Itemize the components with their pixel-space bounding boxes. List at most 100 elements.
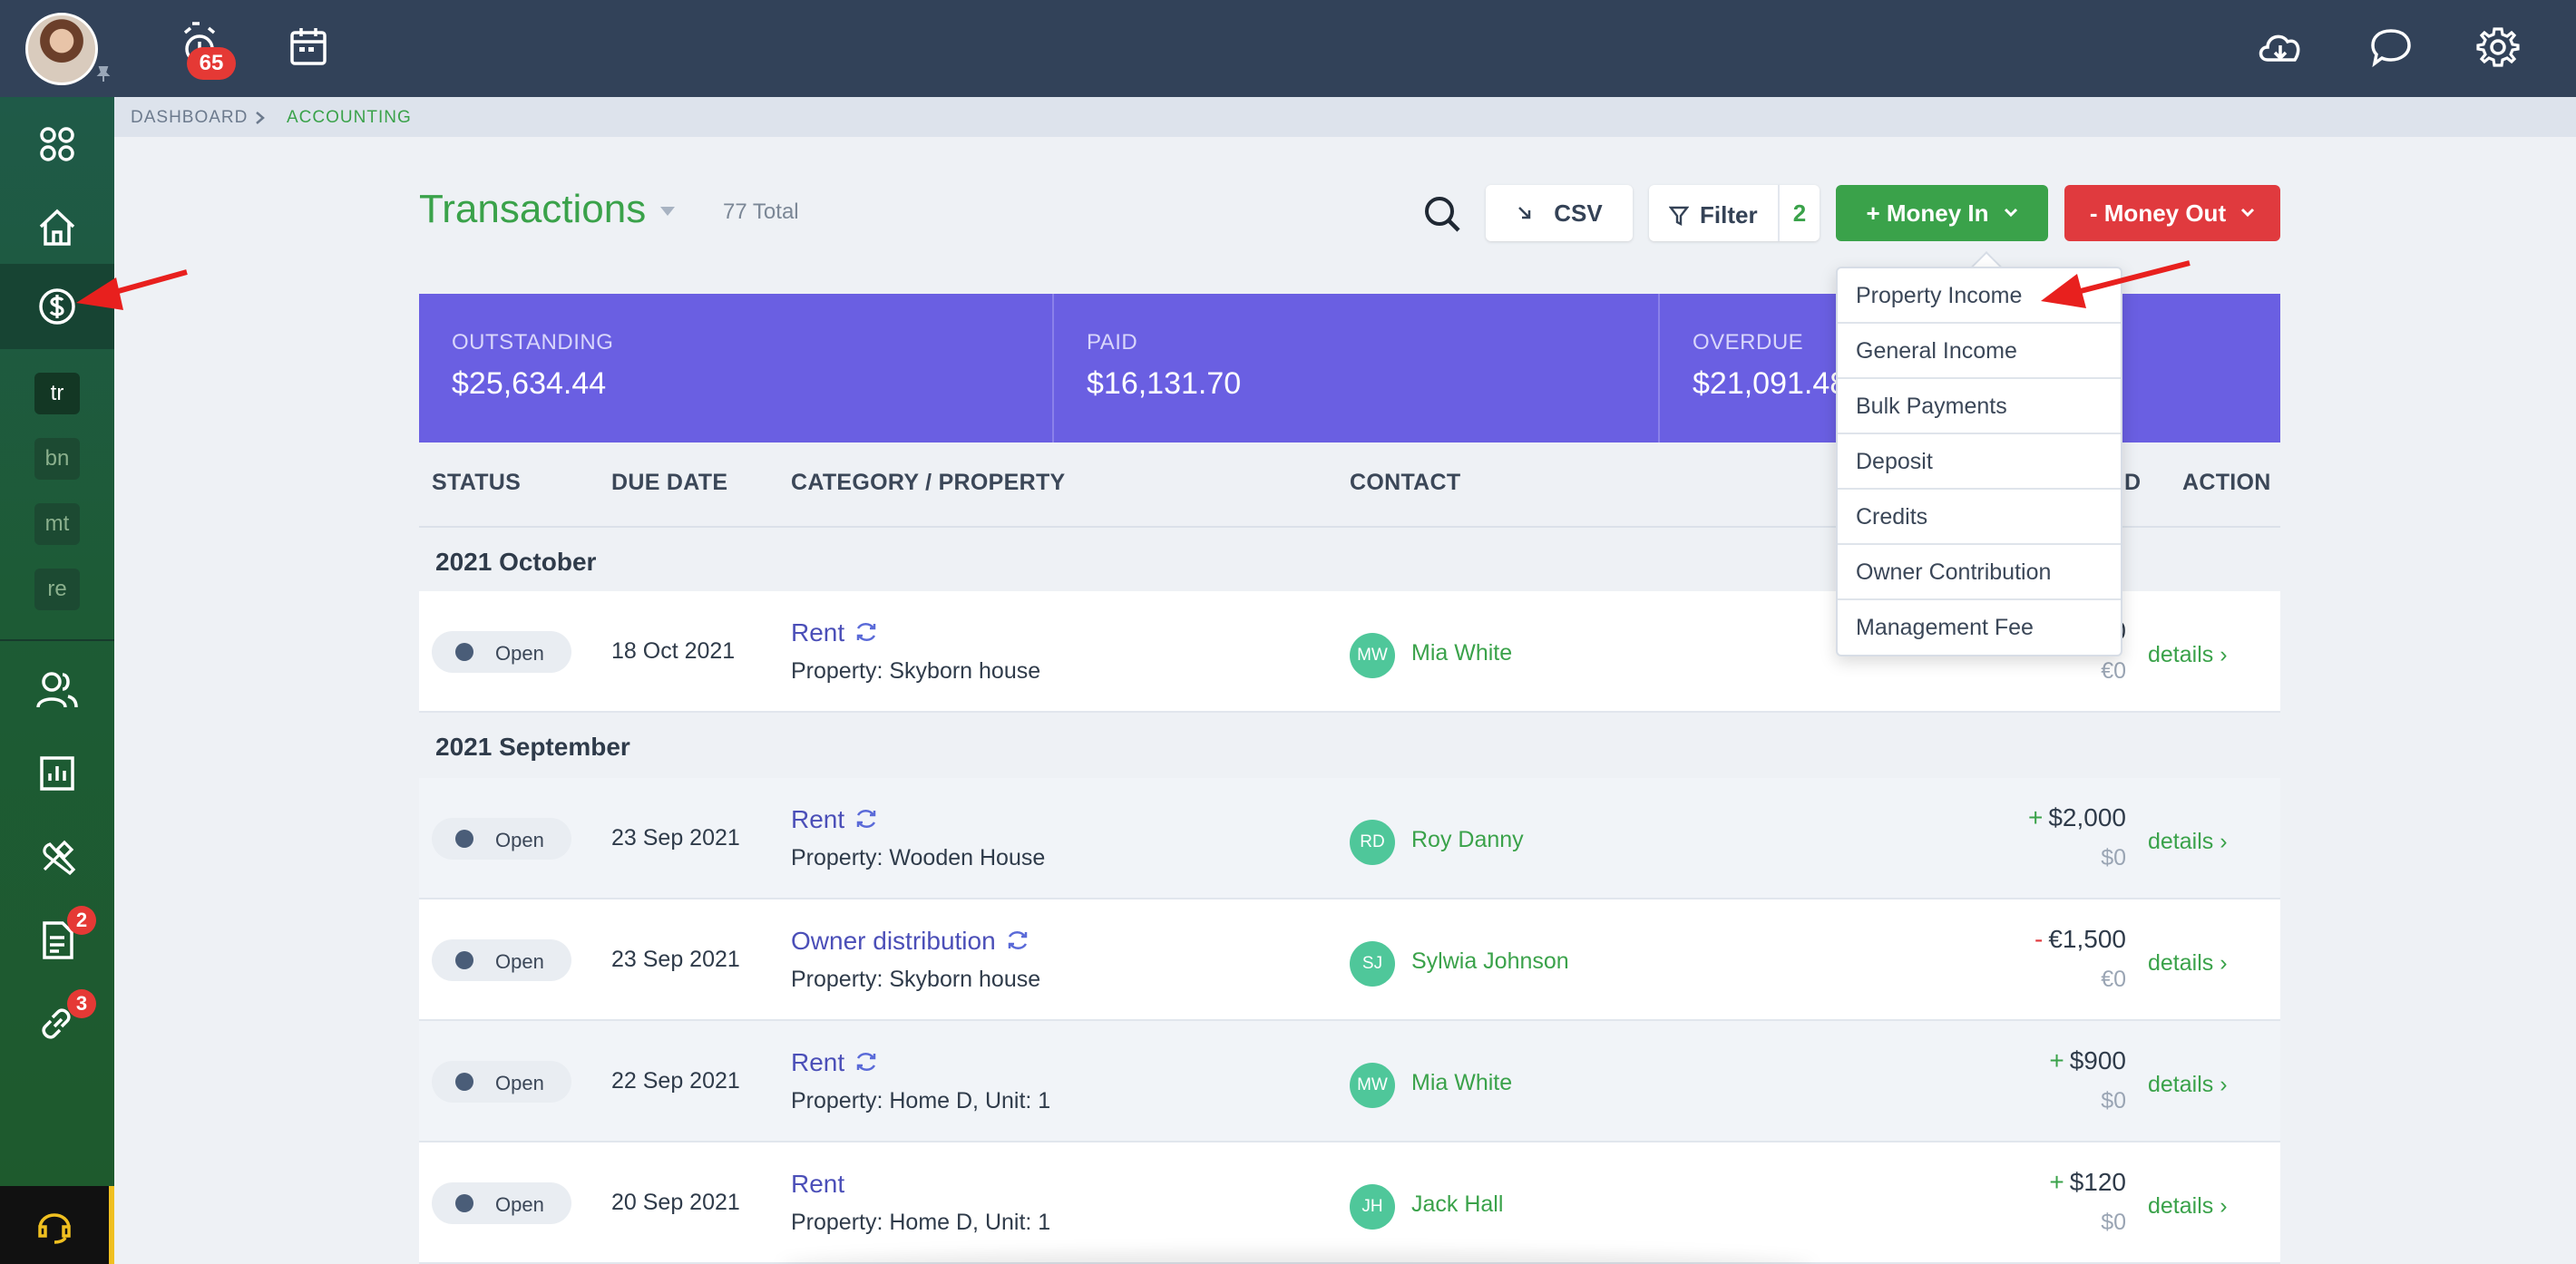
header-contact[interactable]: CONTACT	[1350, 470, 1460, 496]
contact-link[interactable]: Mia White	[1411, 1070, 1512, 1096]
category-link[interactable]: Rent	[791, 618, 879, 647]
gear-icon[interactable]	[2471, 20, 2525, 74]
money-in-menu: Property Income General Income Bulk Paym…	[1836, 267, 2122, 656]
details-link[interactable]: details ›	[2148, 950, 2228, 977]
menu-item-credits[interactable]: Credits	[1838, 490, 2121, 545]
calendar-icon[interactable]	[281, 20, 336, 74]
header-due-date[interactable]: DUE DATE	[611, 470, 727, 496]
contact-link[interactable]: Sylwia Johnson	[1411, 948, 1569, 975]
maintenance-tools-icon	[43, 840, 76, 876]
group-label: 2021 October	[435, 548, 597, 576]
outstanding-value: $25,634.44	[452, 366, 607, 401]
property-label: Property: Home D, Unit: 1	[791, 1210, 1051, 1235]
sidebar-item-maintenance[interactable]	[0, 815, 114, 899]
amount: + $2,000	[2028, 803, 2126, 831]
sidebar-item-accounting[interactable]	[0, 264, 114, 349]
recurring-icon	[1008, 931, 1027, 949]
sidebar-item-documents[interactable]	[0, 899, 114, 982]
table-row[interactable]: Open 22 Sep 2021 Rent Property: Home D, …	[419, 1021, 2280, 1142]
filter-icon	[1669, 206, 1689, 226]
contact-link[interactable]: Jack Hall	[1411, 1191, 1503, 1218]
filter-label: Filter	[1700, 201, 1758, 228]
header-status[interactable]: STATUS	[432, 470, 521, 496]
contact-avatar: SJ	[1350, 941, 1395, 987]
due-date: 18 Oct 2021	[611, 638, 736, 664]
table-row[interactable]: Open 23 Sep 2021 Owner distribution Prop…	[419, 899, 2280, 1021]
balance: $0	[2101, 845, 2126, 870]
details-link[interactable]: details ›	[2148, 829, 2228, 855]
home-icon	[39, 209, 75, 246]
due-date: 20 Sep 2021	[611, 1190, 740, 1215]
breadcrumb-dashboard[interactable]: DASHBOARD	[131, 108, 248, 128]
sidebar-sub-item[interactable]: tr	[34, 373, 80, 414]
breadcrumb	[114, 97, 2576, 137]
balance: $0	[2101, 1210, 2126, 1235]
outstanding-label: OUTSTANDING	[452, 330, 614, 355]
sidebar-item-links[interactable]	[0, 982, 114, 1065]
apps-icon	[40, 127, 74, 161]
sidebar-sub-item[interactable]: re	[34, 569, 80, 610]
category-link[interactable]: Owner distribution	[791, 927, 1030, 956]
contact-link[interactable]: Mia White	[1411, 640, 1512, 666]
chevron-right-icon	[256, 112, 265, 124]
overdue-label: OVERDUE	[1693, 330, 1804, 355]
sidebar-item-contacts[interactable]	[0, 648, 114, 732]
caret-down-icon[interactable]	[660, 207, 675, 216]
sidebar-item-reports[interactable]	[0, 732, 114, 815]
status-badge: Open	[432, 1061, 571, 1103]
overdue-value: $21,091.48	[1693, 366, 1848, 401]
contact-avatar: JH	[1350, 1184, 1395, 1230]
balance: €0	[2101, 658, 2126, 684]
filter-button[interactable]: Filter 2	[1649, 185, 1820, 241]
property-label: Property: Skyborn house	[791, 967, 1041, 992]
status-badge: Open	[432, 631, 571, 673]
sidebar-sub-item[interactable]: bn	[34, 438, 80, 480]
status-badge: Open	[432, 818, 571, 860]
due-date: 23 Sep 2021	[611, 825, 740, 851]
category-link[interactable]: Rent	[791, 805, 879, 834]
money-in-button[interactable]: + Money In	[1836, 185, 2048, 241]
chevron-down-icon	[2241, 208, 2255, 218]
details-link[interactable]: details ›	[2148, 642, 2228, 668]
summary-divider	[1052, 294, 1054, 442]
money-out-button[interactable]: - Money Out	[2064, 185, 2280, 241]
menu-item-bulk-payments[interactable]: Bulk Payments	[1838, 379, 2121, 434]
details-link[interactable]: details ›	[2148, 1193, 2228, 1220]
sidebar-item-home[interactable]	[0, 186, 114, 269]
header-action: ACTION	[2182, 470, 2271, 495]
property-label: Property: Skyborn house	[791, 658, 1041, 684]
top-bar: 65	[0, 0, 2576, 97]
details-link[interactable]: details ›	[2148, 1072, 2228, 1098]
table-row[interactable]: Open 23 Sep 2021 Rent Property: Wooden H…	[419, 778, 2280, 899]
table-row[interactable]: Open 20 Sep 2021 Rent Property: Home D, …	[419, 1142, 2280, 1264]
chat-icon[interactable]	[2364, 20, 2418, 74]
category-link[interactable]: Rent	[791, 1170, 844, 1199]
group-label: 2021 September	[435, 733, 630, 761]
summary-divider	[1658, 294, 1660, 442]
header-paid[interactable]: D	[2124, 470, 2141, 496]
contact-link[interactable]: Roy Danny	[1411, 827, 1524, 853]
search-icon[interactable]	[1422, 194, 1462, 234]
cloud-download-icon[interactable]	[2253, 20, 2308, 74]
paid-value: $16,131.70	[1087, 366, 1242, 401]
csv-button[interactable]: CSV	[1486, 185, 1633, 241]
avatar[interactable]	[25, 13, 98, 85]
sidebar-item-apps[interactable]	[0, 102, 114, 186]
contact-avatar: RD	[1350, 820, 1395, 865]
menu-item-general-income[interactable]: General Income	[1838, 324, 2121, 379]
menu-item-management-fee[interactable]: Management Fee	[1838, 600, 2121, 656]
menu-item-property-income[interactable]: Property Income	[1838, 268, 2121, 324]
notification-badge: 65	[187, 47, 236, 80]
recurring-icon	[856, 623, 876, 641]
sidebar-sub-item[interactable]: mt	[34, 503, 80, 545]
category-link[interactable]: Rent	[791, 1048, 879, 1077]
support-button[interactable]	[0, 1186, 114, 1264]
menu-item-deposit[interactable]: Deposit	[1838, 434, 2121, 490]
page-title[interactable]: Transactions	[419, 187, 646, 232]
paid-label: PAID	[1087, 330, 1138, 355]
amount: + $120	[2049, 1168, 2126, 1196]
header-category[interactable]: CATEGORY / PROPERTY	[791, 470, 1066, 496]
property-label: Property: Home D, Unit: 1	[791, 1088, 1051, 1113]
menu-item-owner-contribution[interactable]: Owner Contribution	[1838, 545, 2121, 600]
breadcrumb-accounting: ACCOUNTING	[287, 108, 412, 127]
